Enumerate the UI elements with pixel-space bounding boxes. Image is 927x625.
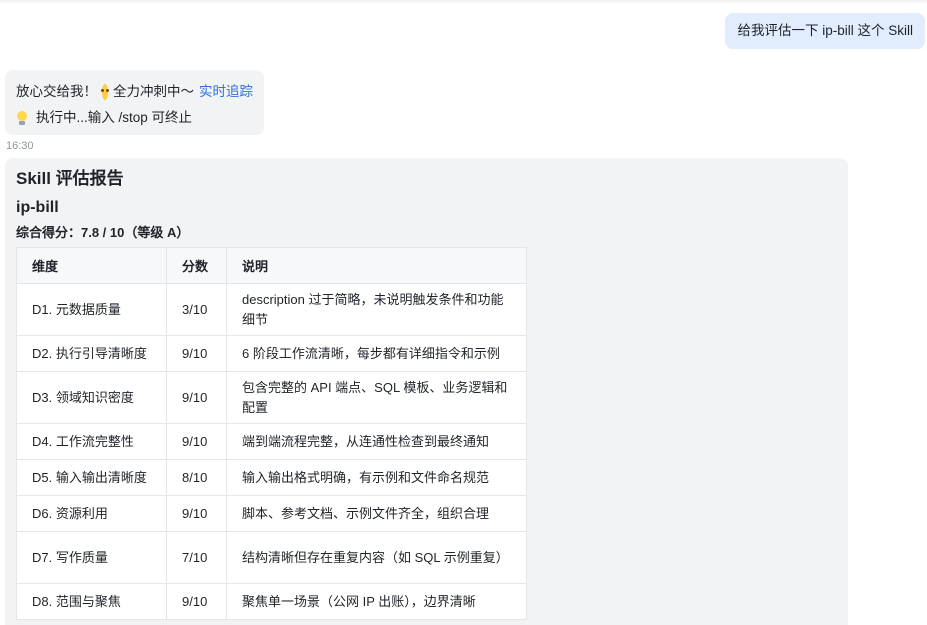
column-header-dimension: 维度 — [16, 247, 167, 284]
score-cell: 9/10 — [166, 423, 227, 460]
description-cell: 包含完整的 API 端点、SQL 模板、业务逻辑和配置 — [226, 371, 527, 424]
score-cell: 3/10 — [166, 283, 227, 336]
bot-running-hint: 执行中...输入 /stop 可终止 — [36, 110, 193, 125]
user-message-bubble: 给我评估一下 ip-bill 这个 Skill — [725, 13, 925, 49]
table-row: D7. 写作质量 7/10 结构清晰但存在重复内容（如 SQL 示例重复） — [16, 531, 527, 584]
determined-face-emoji-icon — [101, 84, 109, 100]
table-row: D6. 资源利用 9/10 脚本、参考文档、示例文件齐全，组织合理 — [16, 495, 527, 532]
description-cell: 结构清晰但存在重复内容（如 SQL 示例重复） — [226, 531, 527, 584]
bot-status-suffix: 全力冲刺中～ — [113, 84, 194, 99]
table-row: D5. 输入输出清晰度 8/10 输入输出格式明确，有示例和文件命名规范 — [16, 459, 527, 496]
description-cell: 端到端流程完整，从连通性检查到最终通知 — [226, 423, 527, 460]
table-row: D1. 元数据质量 3/10 description 过于简略，未说明触发条件和… — [16, 283, 527, 336]
bot-status-bubble: 放心交给我！ 全力冲刺中～ 实时追踪 执行中...输入 /stop 可终止 — [5, 70, 264, 135]
bot-status-line-1: 放心交给我！ 全力冲刺中～ 实时追踪 — [16, 79, 253, 105]
user-message-text: 给我评估一下 ip-bill 这个 Skill — [737, 23, 913, 38]
table-row: D4. 工作流完整性 9/10 端到端流程完整，从连通性检查到最终通知 — [16, 423, 527, 460]
table-row: D3. 领域知识密度 9/10 包含完整的 API 端点、SQL 模板、业务逻辑… — [16, 371, 527, 424]
message-timestamp: 16:30 — [6, 140, 34, 152]
column-header-description: 说明 — [226, 247, 527, 284]
dimension-cell: D4. 工作流完整性 — [16, 423, 167, 460]
top-edge — [0, 0, 927, 4]
score-cell: 9/10 — [166, 371, 227, 424]
dimension-cell: D7. 写作质量 — [16, 531, 167, 584]
description-cell: 脚本、参考文档、示例文件齐全，组织合理 — [226, 495, 527, 532]
description-cell: description 过于简略，未说明触发条件和功能细节 — [226, 283, 527, 336]
dimension-cell: D2. 执行引导清晰度 — [16, 335, 167, 372]
description-cell: 输入输出格式明确，有示例和文件命名规范 — [226, 459, 527, 496]
score-cell: 7/10 — [166, 531, 227, 584]
score-cell: 9/10 — [166, 583, 227, 620]
dimension-score-table: 维度 分数 说明 D1. 元数据质量 3/10 description 过于简略… — [16, 247, 527, 620]
skill-name-heading: ip-bill — [16, 199, 59, 216]
description-cell: 聚焦单一场景（公网 IP 出账），边界清晰 — [226, 583, 527, 620]
light-bulb-icon — [16, 110, 28, 126]
bot-status-text: 放心交给我！ — [16, 84, 97, 99]
score-cell: 8/10 — [166, 459, 227, 496]
evaluation-report-card: Skill 评估报告 ip-bill 综合得分：7.8 / 10（等级 A） 维… — [5, 158, 848, 625]
table-header-row: 维度 分数 说明 — [16, 247, 527, 284]
score-cell: 9/10 — [166, 335, 227, 372]
dimension-cell: D5. 输入输出清晰度 — [16, 459, 167, 496]
description-cell: 6 阶段工作流清晰，每步都有详细指令和示例 — [226, 335, 527, 372]
overall-score: 综合得分：7.8 / 10（等级 A） — [16, 225, 190, 240]
column-header-score: 分数 — [166, 247, 227, 284]
dimension-cell: D8. 范围与聚焦 — [16, 583, 167, 620]
table-row: D2. 执行引导清晰度 9/10 6 阶段工作流清晰，每步都有详细指令和示例 — [16, 335, 527, 372]
table-row: D8. 范围与聚焦 9/10 聚焦单一场景（公网 IP 出账），边界清晰 — [16, 583, 527, 620]
realtime-tracking-link[interactable]: 实时追踪 — [199, 81, 253, 103]
dimension-cell: D3. 领域知识密度 — [16, 371, 167, 424]
bot-status-line-2: 执行中...输入 /stop 可终止 — [16, 105, 253, 131]
dimension-cell: D6. 资源利用 — [16, 495, 167, 532]
report-title: Skill 评估报告 — [16, 169, 124, 188]
score-cell: 9/10 — [166, 495, 227, 532]
dimension-cell: D1. 元数据质量 — [16, 283, 167, 336]
